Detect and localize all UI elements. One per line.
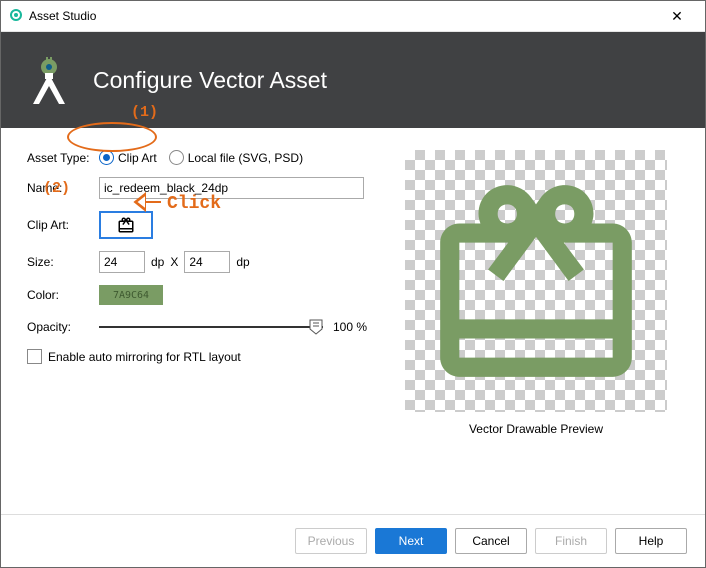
window-title: Asset Studio	[29, 9, 96, 23]
name-label: Name:	[27, 181, 99, 195]
rtl-row: Enable auto mirroring for RTL layout	[27, 349, 367, 364]
asset-type-localfile-radio[interactable]: Local file (SVG, PSD)	[169, 150, 303, 165]
rtl-checkbox[interactable]	[27, 349, 42, 364]
size-label: Size:	[27, 255, 99, 269]
clipart-label: Clip Art:	[27, 218, 99, 232]
header: Configure Vector Asset	[1, 32, 705, 128]
asset-type-clipart-label: Clip Art	[118, 151, 157, 165]
radio-dot-icon	[99, 150, 114, 165]
help-button[interactable]: Help	[615, 528, 687, 554]
previous-button[interactable]: Previous	[295, 528, 367, 554]
x-label: X	[170, 255, 178, 269]
footer: Previous Next Cancel Finish Help	[1, 514, 705, 567]
window: Asset Studio ✕ Configure Vector Asset As…	[0, 0, 706, 568]
asset-type-localfile-label: Local file (SVG, PSD)	[188, 151, 303, 165]
slider-thumb-icon	[309, 319, 323, 335]
size-width-input[interactable]	[99, 251, 145, 273]
clipart-picker-button[interactable]	[99, 211, 153, 239]
android-studio-icon	[27, 56, 71, 104]
body: Asset Type: Clip Art Local file (SVG, PS…	[1, 128, 705, 514]
dp-label: dp	[151, 255, 164, 269]
redeem-icon	[116, 216, 136, 234]
color-label: Color:	[27, 288, 99, 302]
name-row: Name:	[27, 177, 367, 199]
finish-button[interactable]: Finish	[535, 528, 607, 554]
titlebar: Asset Studio ✕	[1, 1, 705, 32]
next-button[interactable]: Next	[375, 528, 447, 554]
opacity-row: Opacity: 100 %	[27, 317, 367, 337]
size-row: Size: dp X dp	[27, 251, 367, 273]
asset-type-label: Asset Type:	[27, 151, 99, 165]
opacity-value: 100 %	[333, 320, 367, 334]
radio-dot-icon	[169, 150, 184, 165]
size-height-input[interactable]	[184, 251, 230, 273]
clipart-row: Clip Art:	[27, 211, 367, 239]
form: Asset Type: Clip Art Local file (SVG, PS…	[27, 150, 367, 504]
rtl-label: Enable auto mirroring for RTL layout	[48, 350, 241, 364]
opacity-label: Opacity:	[27, 320, 99, 334]
asset-type-clipart-radio[interactable]: Clip Art	[99, 150, 157, 165]
page-title: Configure Vector Asset	[93, 67, 327, 94]
redeem-preview-icon	[421, 166, 651, 396]
color-row: Color: 7A9C64	[27, 285, 367, 305]
preview-panel: Vector Drawable Preview	[393, 150, 679, 504]
cancel-button[interactable]: Cancel	[455, 528, 527, 554]
asset-type-row: Asset Type: Clip Art Local file (SVG, PS…	[27, 150, 367, 165]
dp-label: dp	[236, 255, 249, 269]
color-picker-button[interactable]: 7A9C64	[99, 285, 163, 305]
close-button[interactable]: ✕	[657, 8, 697, 25]
opacity-slider[interactable]	[99, 317, 323, 337]
preview-canvas	[405, 150, 667, 412]
name-input[interactable]	[99, 177, 364, 199]
preview-label: Vector Drawable Preview	[469, 422, 603, 436]
app-icon	[9, 8, 23, 25]
